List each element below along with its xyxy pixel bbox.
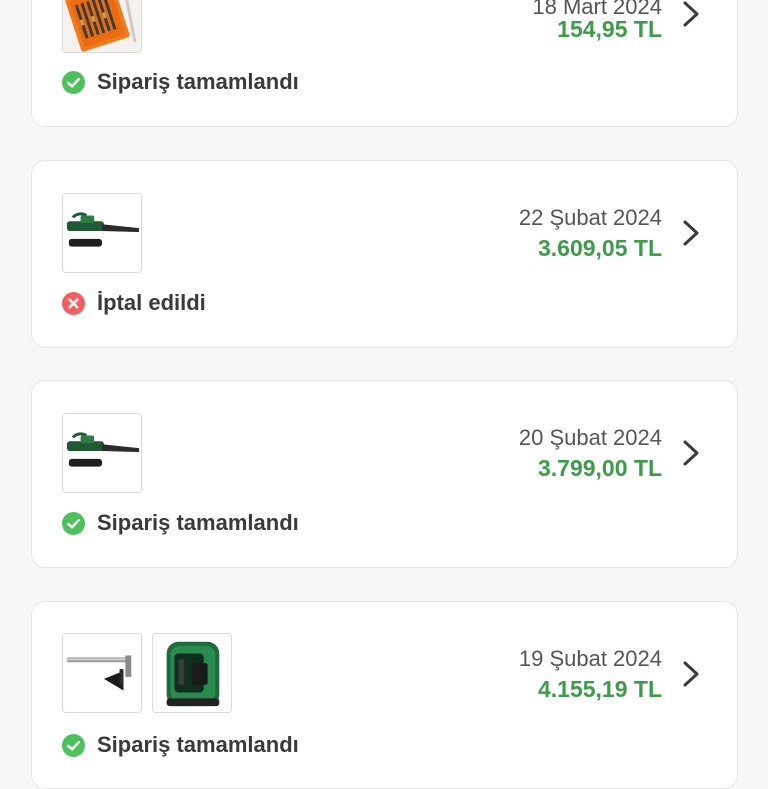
check-circle-icon <box>62 511 85 535</box>
product-thumbnail-cross-line-laser-level <box>152 633 232 713</box>
order-status-label: İptal edildi <box>97 290 206 315</box>
order-status-label: Sipariş tamamlandı <box>97 69 299 94</box>
order-card[interactable]: 20 Şubat 2024 3.799,00 TL Sipariş tamaml… <box>31 380 738 568</box>
order-price: 3.799,00 TL <box>537 455 662 481</box>
order-status: Sipariş tamamlandı <box>62 510 299 536</box>
check-circle-icon <box>62 70 85 94</box>
order-date: 20 Şubat 2024 <box>518 425 662 450</box>
order-status-label: Sipariş tamamlandı <box>97 510 299 535</box>
order-card[interactable]: 18 Mart 2024 154,95 TL Sipariş tamamland… <box>31 0 738 127</box>
check-circle-icon <box>62 733 85 757</box>
order-status: Sipariş tamamlandı <box>62 69 299 95</box>
product-thumbnail-laser-level-mount <box>62 633 142 713</box>
x-circle-icon <box>62 291 85 315</box>
order-date: 22 Şubat 2024 <box>518 205 662 230</box>
order-date: 19 Şubat 2024 <box>518 646 662 671</box>
chevron-right-icon[interactable] <box>681 0 701 29</box>
order-status: İptal edildi <box>62 290 206 316</box>
product-thumbnail-chainsaw <box>62 193 142 273</box>
chevron-right-icon[interactable] <box>681 218 701 248</box>
order-status: Sipariş tamamlandı <box>62 732 299 758</box>
chevron-right-icon[interactable] <box>681 659 701 689</box>
chevron-right-icon[interactable] <box>681 438 701 468</box>
order-price: 3.609,05 TL <box>537 235 662 261</box>
order-price: 154,95 TL <box>557 16 662 42</box>
product-thumbnail-chainsaw <box>62 413 142 493</box>
order-price: 4.155,19 TL <box>537 676 662 702</box>
order-status-label: Sipariş tamamlandı <box>97 732 299 757</box>
order-card[interactable]: 19 Şubat 2024 4.155,19 TL Sipariş tamaml… <box>31 601 738 789</box>
product-thumbnail-drill-bit-set <box>62 0 142 53</box>
order-card[interactable]: 22 Şubat 2024 3.609,05 TL İptal edildi <box>31 160 738 348</box>
